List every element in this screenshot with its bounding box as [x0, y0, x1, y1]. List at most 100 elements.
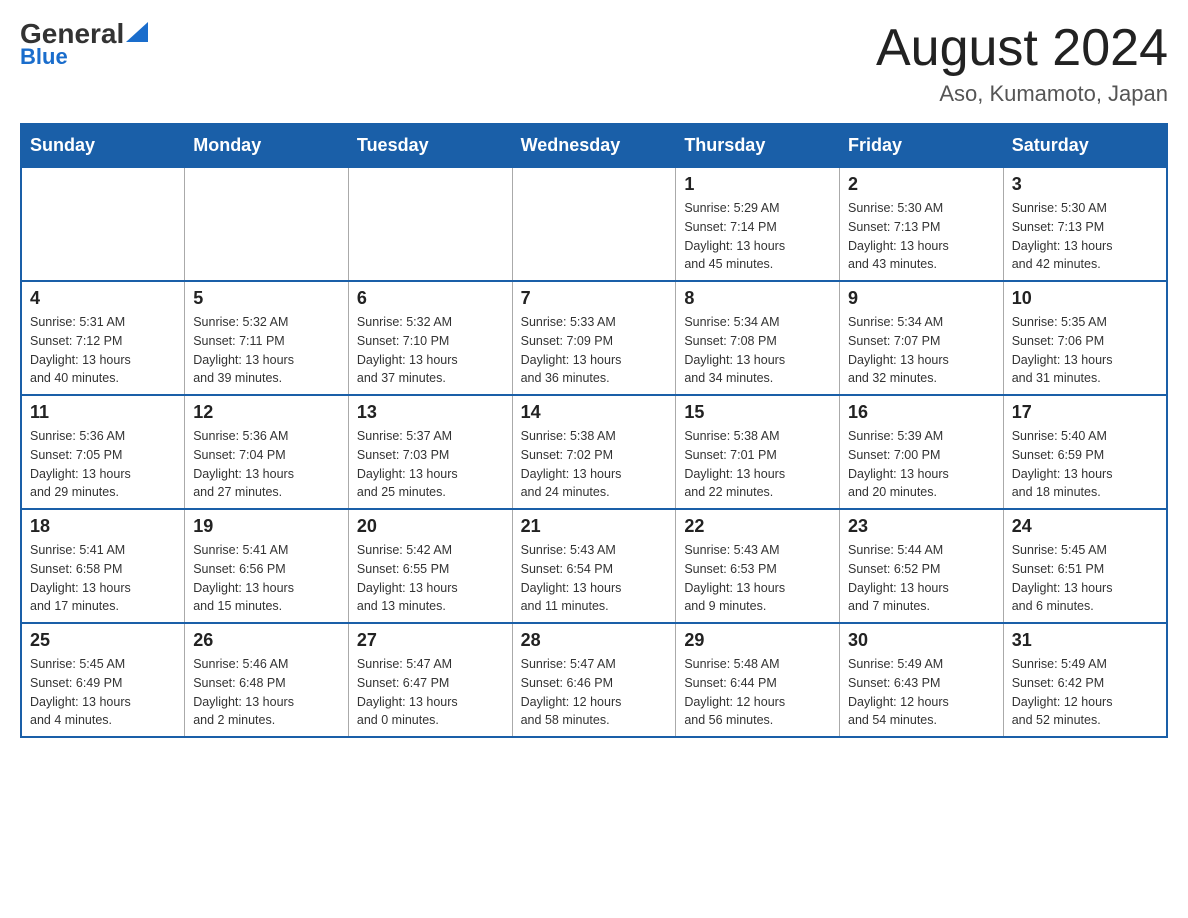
weekday-header-friday: Friday	[840, 124, 1004, 167]
day-info: Sunrise: 5:47 AM Sunset: 6:46 PM Dayligh…	[521, 655, 668, 730]
day-info: Sunrise: 5:40 AM Sunset: 6:59 PM Dayligh…	[1012, 427, 1158, 502]
weekday-header-row: SundayMondayTuesdayWednesdayThursdayFrid…	[21, 124, 1167, 167]
day-info: Sunrise: 5:43 AM Sunset: 6:54 PM Dayligh…	[521, 541, 668, 616]
calendar-cell: 31 Sunrise: 5:49 AM Sunset: 6:42 PM Dayli…	[1003, 623, 1167, 737]
day-number: 28	[521, 630, 668, 651]
day-number: 12	[193, 402, 340, 423]
calendar-table: SundayMondayTuesdayWednesdayThursdayFrid…	[20, 123, 1168, 738]
day-number: 14	[521, 402, 668, 423]
day-number: 9	[848, 288, 995, 309]
day-number: 15	[684, 402, 831, 423]
calendar-cell: 5 Sunrise: 5:32 AM Sunset: 7:11 PM Daylig…	[185, 281, 349, 395]
calendar-cell: 13Sunrise: 5:37 AM Sunset: 7:03 PM Dayli…	[348, 395, 512, 509]
calendar-cell: 11 Sunrise: 5:36 AM Sunset: 7:05 PM Dayli…	[21, 395, 185, 509]
day-number: 11	[30, 402, 176, 423]
weekday-header-wednesday: Wednesday	[512, 124, 676, 167]
calendar-cell: 20 Sunrise: 5:42 AM Sunset: 6:55 PM Dayli…	[348, 509, 512, 623]
day-info: Sunrise: 5:37 AM Sunset: 7:03 PM Dayligh…	[357, 427, 504, 502]
day-info: Sunrise: 5:30 AM Sunset: 7:13 PM Dayligh…	[1012, 199, 1158, 274]
calendar-cell: 26 Sunrise: 5:46 AM Sunset: 6:48 PM Dayli…	[185, 623, 349, 737]
weekday-header-sunday: Sunday	[21, 124, 185, 167]
day-info: Sunrise: 5:39 AM Sunset: 7:00 PM Dayligh…	[848, 427, 995, 502]
day-number: 16	[848, 402, 995, 423]
day-number: 5	[193, 288, 340, 309]
calendar-cell	[512, 167, 676, 281]
day-number: 24	[1012, 516, 1158, 537]
day-info: Sunrise: 5:34 AM Sunset: 7:08 PM Dayligh…	[684, 313, 831, 388]
calendar-cell: 7 Sunrise: 5:33 AM Sunset: 7:09 PM Daylig…	[512, 281, 676, 395]
logo-triangle-icon	[126, 22, 148, 42]
day-info: Sunrise: 5:33 AM Sunset: 7:09 PM Dayligh…	[521, 313, 668, 388]
day-info: Sunrise: 5:49 AM Sunset: 6:42 PM Dayligh…	[1012, 655, 1158, 730]
day-number: 7	[521, 288, 668, 309]
calendar-cell: 23 Sunrise: 5:44 AM Sunset: 6:52 PM Dayli…	[840, 509, 1004, 623]
logo: General Blue	[20, 20, 148, 70]
calendar-week-row: 18Sunrise: 5:41 AM Sunset: 6:58 PM Dayli…	[21, 509, 1167, 623]
day-info: Sunrise: 5:32 AM Sunset: 7:10 PM Dayligh…	[357, 313, 504, 388]
day-number: 25	[30, 630, 176, 651]
day-info: Sunrise: 5:34 AM Sunset: 7:07 PM Dayligh…	[848, 313, 995, 388]
day-number: 2	[848, 174, 995, 195]
calendar-cell	[21, 167, 185, 281]
day-info: Sunrise: 5:43 AM Sunset: 6:53 PM Dayligh…	[684, 541, 831, 616]
calendar-cell: 16 Sunrise: 5:39 AM Sunset: 7:00 PM Dayli…	[840, 395, 1004, 509]
day-info: Sunrise: 5:44 AM Sunset: 6:52 PM Dayligh…	[848, 541, 995, 616]
calendar-cell: 21 Sunrise: 5:43 AM Sunset: 6:54 PM Dayli…	[512, 509, 676, 623]
day-info: Sunrise: 5:45 AM Sunset: 6:51 PM Dayligh…	[1012, 541, 1158, 616]
day-info: Sunrise: 5:41 AM Sunset: 6:56 PM Dayligh…	[193, 541, 340, 616]
calendar-week-row: 1Sunrise: 5:29 AM Sunset: 7:14 PM Daylig…	[21, 167, 1167, 281]
day-number: 31	[1012, 630, 1158, 651]
day-info: Sunrise: 5:36 AM Sunset: 7:05 PM Dayligh…	[30, 427, 176, 502]
calendar-cell: 19 Sunrise: 5:41 AM Sunset: 6:56 PM Dayli…	[185, 509, 349, 623]
calendar-cell	[348, 167, 512, 281]
day-info: Sunrise: 5:30 AM Sunset: 7:13 PM Dayligh…	[848, 199, 995, 274]
day-number: 20	[357, 516, 504, 537]
day-number: 19	[193, 516, 340, 537]
calendar-cell: 25 Sunrise: 5:45 AM Sunset: 6:49 PM Dayli…	[21, 623, 185, 737]
calendar-cell: 12Sunrise: 5:36 AM Sunset: 7:04 PM Dayli…	[185, 395, 349, 509]
calendar-cell: 18Sunrise: 5:41 AM Sunset: 6:58 PM Dayli…	[21, 509, 185, 623]
day-info: Sunrise: 5:49 AM Sunset: 6:43 PM Dayligh…	[848, 655, 995, 730]
calendar-cell: 27 Sunrise: 5:47 AM Sunset: 6:47 PM Dayli…	[348, 623, 512, 737]
calendar-cell: 6Sunrise: 5:32 AM Sunset: 7:10 PM Daylig…	[348, 281, 512, 395]
weekday-header-saturday: Saturday	[1003, 124, 1167, 167]
day-number: 22	[684, 516, 831, 537]
day-info: Sunrise: 5:38 AM Sunset: 7:01 PM Dayligh…	[684, 427, 831, 502]
day-info: Sunrise: 5:32 AM Sunset: 7:11 PM Dayligh…	[193, 313, 340, 388]
day-number: 26	[193, 630, 340, 651]
calendar-cell: 24 Sunrise: 5:45 AM Sunset: 6:51 PM Dayli…	[1003, 509, 1167, 623]
day-number: 8	[684, 288, 831, 309]
day-info: Sunrise: 5:46 AM Sunset: 6:48 PM Dayligh…	[193, 655, 340, 730]
day-number: 21	[521, 516, 668, 537]
weekday-header-monday: Monday	[185, 124, 349, 167]
day-number: 10	[1012, 288, 1158, 309]
day-number: 27	[357, 630, 504, 651]
calendar-cell: 4Sunrise: 5:31 AM Sunset: 7:12 PM Daylig…	[21, 281, 185, 395]
calendar-cell	[185, 167, 349, 281]
weekday-header-tuesday: Tuesday	[348, 124, 512, 167]
calendar-cell: 28 Sunrise: 5:47 AM Sunset: 6:46 PM Dayli…	[512, 623, 676, 737]
page-header: General Blue August 2024 Aso, Kumamoto, …	[20, 20, 1168, 107]
day-number: 3	[1012, 174, 1158, 195]
calendar-cell: 2 Sunrise: 5:30 AM Sunset: 7:13 PM Daylig…	[840, 167, 1004, 281]
day-info: Sunrise: 5:47 AM Sunset: 6:47 PM Dayligh…	[357, 655, 504, 730]
day-number: 23	[848, 516, 995, 537]
calendar-week-row: 4Sunrise: 5:31 AM Sunset: 7:12 PM Daylig…	[21, 281, 1167, 395]
day-info: Sunrise: 5:45 AM Sunset: 6:49 PM Dayligh…	[30, 655, 176, 730]
day-number: 18	[30, 516, 176, 537]
month-title: August 2024	[876, 20, 1168, 77]
calendar-cell: 1Sunrise: 5:29 AM Sunset: 7:14 PM Daylig…	[676, 167, 840, 281]
day-number: 17	[1012, 402, 1158, 423]
calendar-cell: 3 Sunrise: 5:30 AM Sunset: 7:13 PM Daylig…	[1003, 167, 1167, 281]
day-number: 29	[684, 630, 831, 651]
calendar-cell: 30 Sunrise: 5:49 AM Sunset: 6:43 PM Dayli…	[840, 623, 1004, 737]
calendar-cell: 8 Sunrise: 5:34 AM Sunset: 7:08 PM Daylig…	[676, 281, 840, 395]
day-number: 30	[848, 630, 995, 651]
day-number: 4	[30, 288, 176, 309]
day-info: Sunrise: 5:42 AM Sunset: 6:55 PM Dayligh…	[357, 541, 504, 616]
calendar-cell: 9 Sunrise: 5:34 AM Sunset: 7:07 PM Daylig…	[840, 281, 1004, 395]
calendar-cell: 15 Sunrise: 5:38 AM Sunset: 7:01 PM Dayli…	[676, 395, 840, 509]
day-number: 1	[684, 174, 831, 195]
calendar-cell: 10Sunrise: 5:35 AM Sunset: 7:06 PM Dayli…	[1003, 281, 1167, 395]
location: Aso, Kumamoto, Japan	[876, 81, 1168, 107]
